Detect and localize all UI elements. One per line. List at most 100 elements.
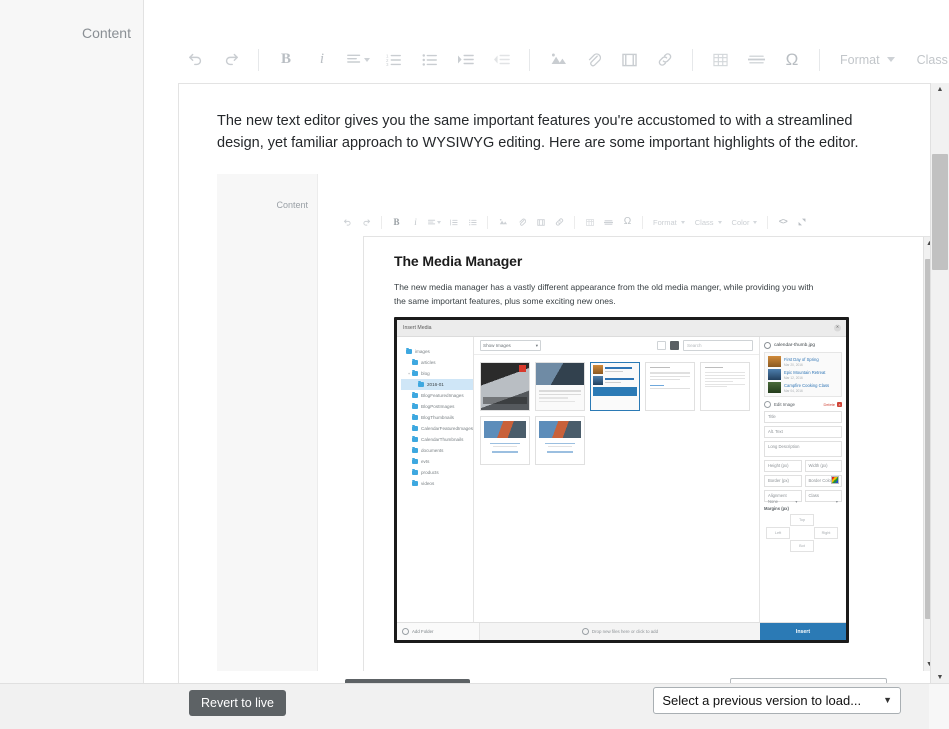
folder-icon	[418, 380, 424, 387]
image-icon[interactable]	[495, 214, 510, 230]
margin-right-field[interactable]: Right	[814, 527, 838, 539]
add-folder-button[interactable]: Add Folder	[397, 623, 480, 640]
ordered-list-icon[interactable]	[446, 214, 461, 230]
chevron-down-icon	[753, 220, 758, 224]
media-thumbnail[interactable]	[645, 362, 695, 411]
film-icon[interactable]	[533, 214, 548, 230]
expand-icon[interactable]	[794, 214, 809, 230]
align-icon[interactable]	[427, 214, 442, 230]
folder-tree-item[interactable]: BlogPostImages	[401, 401, 473, 412]
margin-left-field[interactable]: Left	[766, 527, 790, 539]
folder-tree-item[interactable]: + blog	[401, 368, 473, 379]
delete-control[interactable]: Delete ×	[823, 402, 842, 407]
expand-toggle-icon[interactable]: +	[407, 371, 411, 376]
align-icon[interactable]	[343, 47, 373, 73]
edit-icon[interactable]	[764, 401, 771, 408]
redo-icon[interactable]	[216, 47, 246, 73]
height-field[interactable]: Height (px)	[764, 460, 802, 472]
border-field[interactable]: Border (px)	[764, 475, 802, 487]
paperclip-icon[interactable]	[514, 214, 529, 230]
folder-tree-item[interactable]: articles	[401, 357, 473, 368]
insert-button[interactable]: Insert	[760, 623, 846, 640]
edit-image-label[interactable]: Edit Image	[774, 402, 795, 407]
undo-icon[interactable]	[180, 47, 210, 73]
folder-tree-item[interactable]: documents	[401, 445, 473, 456]
alt-text-field[interactable]: Alt. Text	[764, 426, 842, 438]
folder-tree-item[interactable]: 2016-01	[401, 379, 473, 390]
close-icon[interactable]: ×	[834, 324, 841, 332]
class-dropdown[interactable]: Class	[915, 47, 949, 73]
media-thumbnail[interactable]	[700, 362, 750, 411]
bold-button[interactable]: B	[271, 47, 301, 73]
media-thumbnail[interactable]	[535, 362, 585, 411]
media-thumbnail[interactable]	[480, 416, 530, 465]
folder-tree-item[interactable]: CalendarThumbnails	[401, 434, 473, 445]
undo-icon[interactable]	[340, 214, 355, 230]
folder-tree[interactable]: images articles + blog 2016-01 BlogFeaturedIm…	[397, 337, 474, 622]
horizontal-rule-icon[interactable]	[601, 214, 616, 230]
search-input[interactable]: Search	[683, 340, 753, 351]
preview-thumb	[768, 356, 781, 367]
link-icon[interactable]	[552, 214, 567, 230]
margin-top-field[interactable]: Top	[790, 514, 814, 526]
special-character-icon[interactable]: Ω	[620, 214, 635, 230]
folder-tree-item[interactable]: CalendarFeaturedImages	[401, 423, 473, 434]
outdent-icon[interactable]	[487, 47, 517, 73]
ordered-list-icon[interactable]: 123	[379, 47, 409, 73]
folder-tree-item[interactable]: BlogThumbnails	[401, 412, 473, 423]
list-view-icon[interactable]	[657, 341, 666, 350]
media-thumbnail[interactable]	[535, 416, 585, 465]
source-code-icon[interactable]: <>	[775, 214, 790, 230]
grid-view-icon[interactable]	[670, 341, 679, 350]
folder-tree-item[interactable]: evts	[401, 456, 473, 467]
unordered-list-icon[interactable]	[415, 47, 445, 73]
title-field[interactable]: Title	[764, 411, 842, 423]
class-select[interactable]: Class ▾	[804, 490, 842, 504]
chevron-down-icon	[717, 220, 722, 224]
folder-icon	[412, 424, 418, 431]
folder-tree-item[interactable]: videos	[401, 478, 473, 489]
toolbar-separator	[642, 215, 643, 229]
format-dropdown[interactable]: Format	[838, 47, 897, 73]
italic-button[interactable]: i	[408, 214, 423, 230]
editor-canvas[interactable]: The new text editor gives you the same i…	[178, 83, 949, 684]
indent-icon[interactable]	[451, 47, 481, 73]
bold-button[interactable]: B	[389, 214, 404, 230]
scrollbar-thumb[interactable]	[932, 154, 948, 270]
chevron-down-icon	[886, 57, 895, 62]
class-dropdown[interactable]: Class	[695, 214, 722, 230]
italic-button[interactable]: i	[307, 47, 337, 73]
color-swatch-icon[interactable]	[831, 476, 839, 484]
editor-scrollbar[interactable]: ▲ ▼	[930, 83, 949, 684]
revert-to-live-button[interactable]: Revert to live	[189, 690, 286, 716]
format-dropdown[interactable]: Format	[653, 214, 685, 230]
width-field[interactable]: Width (px)	[804, 460, 842, 472]
table-icon[interactable]	[705, 47, 735, 73]
horizontal-rule-icon[interactable]	[741, 47, 771, 73]
alignment-select[interactable]: Alignment None ▾	[764, 490, 802, 504]
link-icon[interactable]	[650, 47, 680, 73]
media-grid[interactable]	[474, 355, 759, 622]
table-icon[interactable]	[582, 214, 597, 230]
margin-bottom-field[interactable]: Bot	[790, 540, 814, 552]
unordered-list-icon[interactable]	[465, 214, 480, 230]
folder-tree-item[interactable]: products	[401, 467, 473, 478]
redo-icon[interactable]	[359, 214, 374, 230]
color-dropdown[interactable]: Color	[732, 214, 758, 230]
long-description-field[interactable]: Long Description	[764, 441, 842, 457]
version-select[interactable]: Select a previous version to load... ▼	[653, 687, 901, 714]
media-thumbnail-selected[interactable]	[590, 362, 640, 411]
folder-tree-item[interactable]: BlogFeaturedImages	[401, 390, 473, 401]
media-thumbnail[interactable]	[480, 362, 530, 411]
image-icon[interactable]	[542, 47, 572, 73]
nested-editor-canvas[interactable]: The Media Manager The new media manager …	[363, 236, 935, 671]
film-icon[interactable]	[614, 47, 644, 73]
folder-icon	[412, 402, 418, 409]
paperclip-icon[interactable]	[578, 47, 608, 73]
show-images-filter[interactable]: Show Images ▾	[480, 340, 541, 351]
special-character-icon[interactable]: Ω	[777, 47, 807, 73]
border-color-field[interactable]: Border Color	[804, 475, 842, 487]
scroll-up-arrow[interactable]: ▲	[931, 83, 949, 96]
file-dropzone[interactable]: Drop new files here or click to add	[480, 623, 760, 640]
folder-tree-item[interactable]: images	[401, 346, 473, 357]
